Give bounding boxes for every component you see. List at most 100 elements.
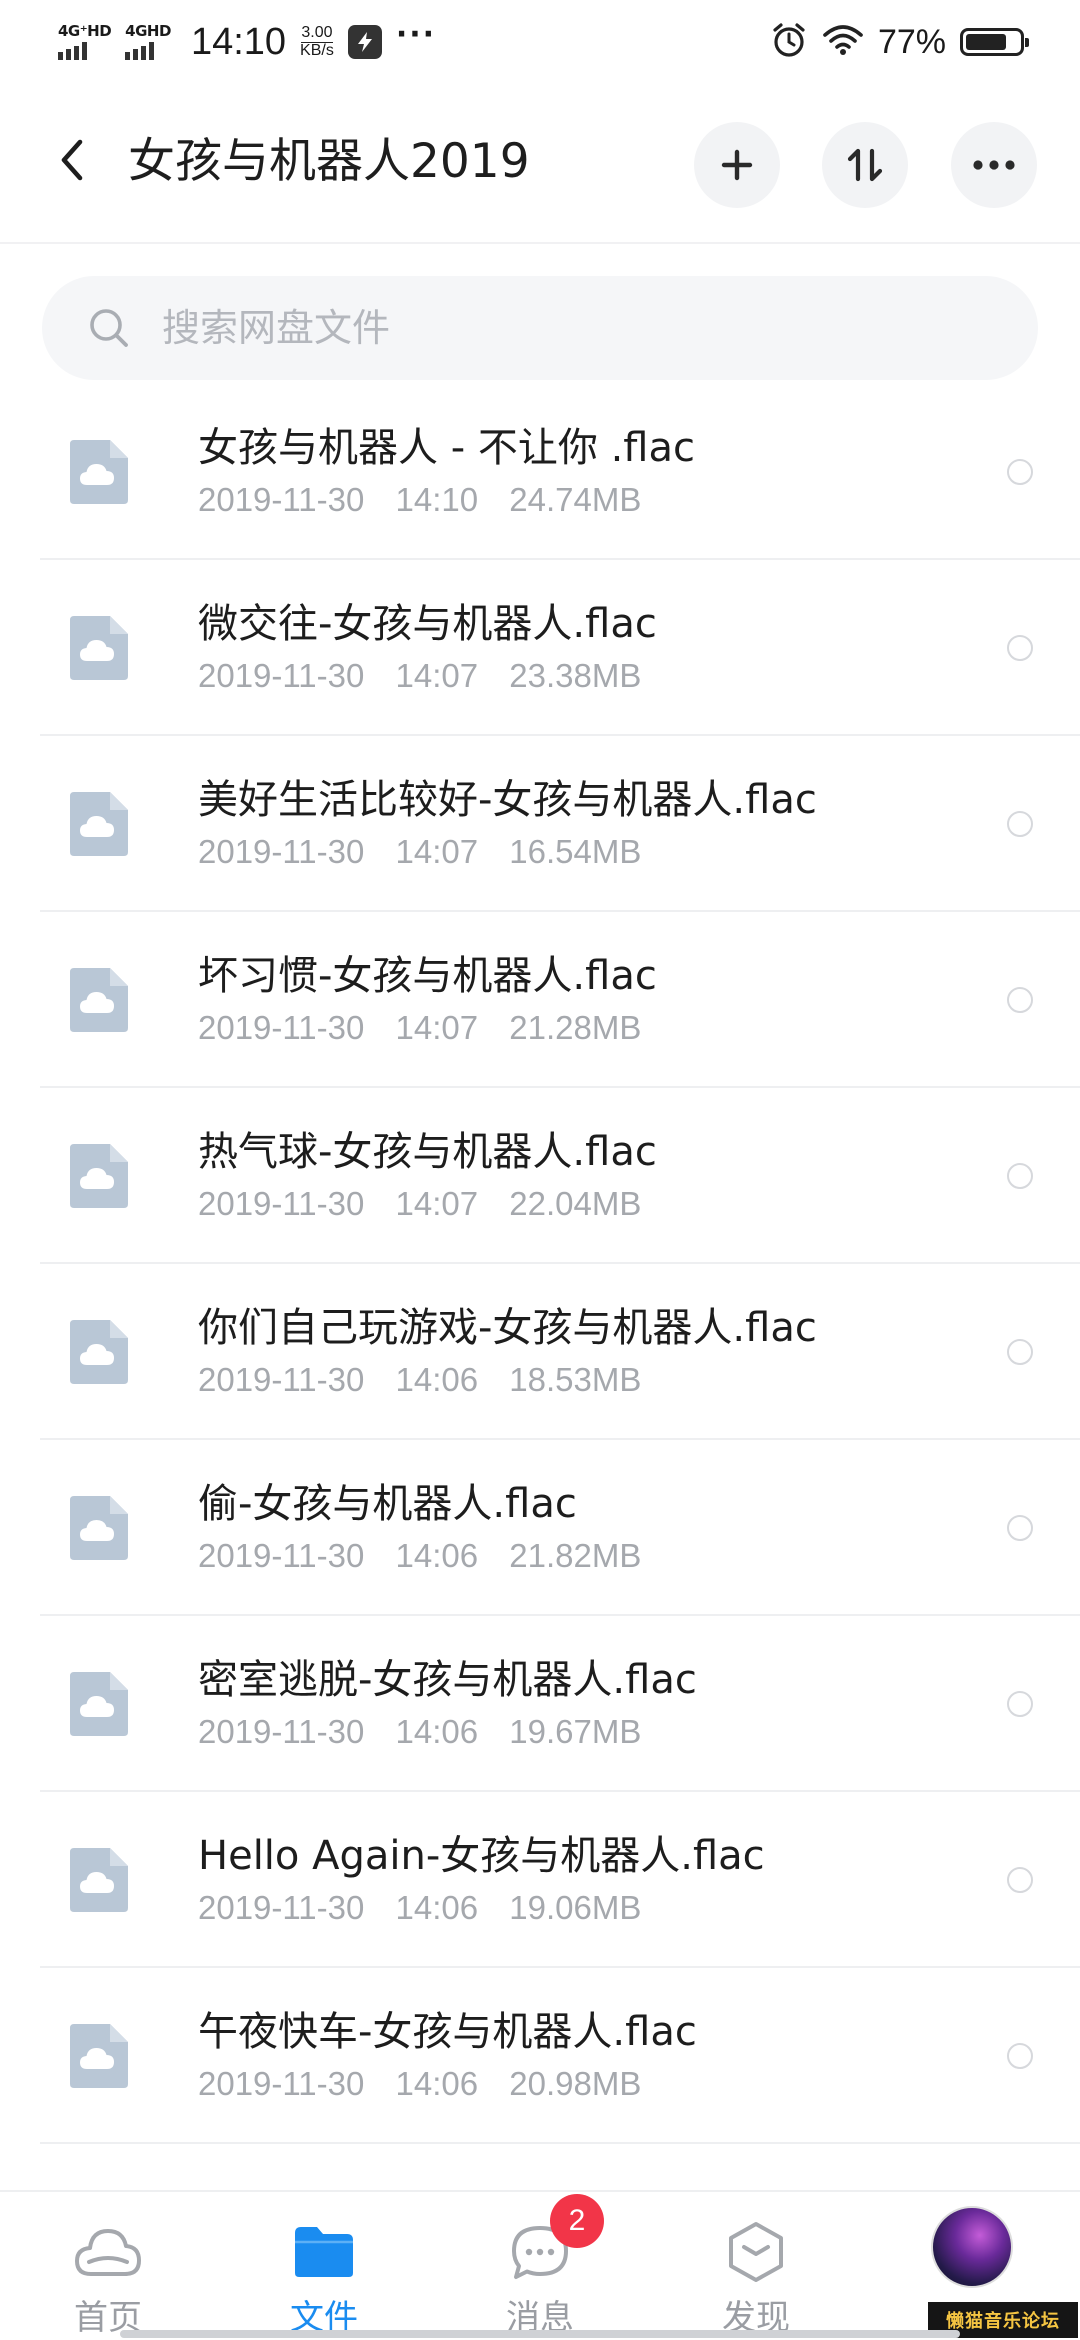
select-checkbox[interactable] bbox=[1007, 459, 1033, 485]
file-meta: 2019-11-30 14:06 21.82MB bbox=[198, 1536, 641, 1576]
file-time: 14:07 bbox=[395, 1185, 479, 1222]
cube-icon bbox=[716, 2212, 796, 2292]
file-name: Hello Again-女孩与机器人.flac bbox=[198, 1833, 765, 1879]
file-time: 14:06 bbox=[395, 1537, 479, 1574]
file-meta: 2019-11-30 14:06 18.53MB bbox=[198, 1360, 641, 1400]
file-name: 你们自己玩游戏-女孩与机器人.flac bbox=[198, 1305, 817, 1351]
file-meta: 2019-11-30 14:07 21.28MB bbox=[198, 1008, 641, 1048]
more-notifications-icon: ··· bbox=[395, 17, 437, 52]
lightning-icon bbox=[347, 25, 382, 59]
home-indicator[interactable] bbox=[120, 2330, 960, 2338]
nav-files[interactable]: 文件 bbox=[244, 2212, 404, 2338]
add-button[interactable] bbox=[694, 122, 780, 208]
status-right: 77% bbox=[770, 21, 1029, 63]
file-date: 2019-11-30 bbox=[198, 2065, 365, 2102]
file-name: 女孩与机器人 - 不让你 .flac bbox=[198, 425, 695, 471]
file-name: 微交往-女孩与机器人.flac bbox=[198, 601, 657, 647]
file-date: 2019-11-30 bbox=[198, 1537, 365, 1574]
cloud-file-icon bbox=[70, 616, 128, 680]
cloud-file-icon bbox=[70, 1848, 128, 1912]
cloud-icon bbox=[68, 2212, 148, 2292]
nav-profile[interactable] bbox=[892, 2206, 1052, 2288]
page-title: 女孩与机器人2019 bbox=[128, 134, 530, 189]
file-time: 14:07 bbox=[395, 833, 479, 870]
back-button[interactable] bbox=[42, 130, 102, 190]
cloud-file-icon bbox=[70, 440, 128, 504]
sim1-label: 4G⁺HD bbox=[58, 22, 112, 40]
file-row[interactable]: 密室逃脱-女孩与机器人.flac 2019-11-30 14:06 19.67M… bbox=[0, 1616, 1080, 1792]
file-row[interactable]: 微交往-女孩与机器人.flac 2019-11-30 14:07 23.38MB bbox=[0, 560, 1080, 736]
file-name: 偷-女孩与机器人.flac bbox=[198, 1481, 577, 1527]
sim2-label: 4GHD bbox=[125, 22, 171, 40]
battery-percent: 77% bbox=[877, 22, 946, 61]
file-date: 2019-11-30 bbox=[198, 657, 365, 694]
file-time: 14:07 bbox=[395, 657, 479, 694]
file-date: 2019-11-30 bbox=[198, 1009, 365, 1046]
file-row[interactable]: 坏习惯-女孩与机器人.flac 2019-11-30 14:07 21.28MB bbox=[0, 912, 1080, 1088]
file-size: 20.98MB bbox=[509, 2065, 642, 2102]
file-row[interactable]: 你们自己玩游戏-女孩与机器人.flac 2019-11-30 14:06 18.… bbox=[0, 1264, 1080, 1440]
nav-discover[interactable]: 发现 bbox=[676, 2212, 836, 2338]
select-checkbox[interactable] bbox=[1007, 1339, 1033, 1365]
select-checkbox[interactable] bbox=[1007, 1867, 1033, 1893]
file-name: 午夜快车-女孩与机器人.flac bbox=[198, 2009, 697, 2055]
file-time: 14:06 bbox=[395, 1361, 479, 1398]
select-checkbox[interactable] bbox=[1007, 1691, 1033, 1717]
file-meta: 2019-11-30 14:10 24.74MB bbox=[198, 480, 641, 520]
chat-bubble-icon: 2 bbox=[500, 2194, 604, 2292]
search-bar[interactable] bbox=[42, 276, 1038, 380]
file-time: 14:06 bbox=[395, 1889, 479, 1926]
file-row[interactable]: 女孩与机器人 - 不让你 .flac 2019-11-30 14:10 24.7… bbox=[0, 384, 1080, 560]
file-size: 19.67MB bbox=[509, 1713, 642, 1750]
select-checkbox[interactable] bbox=[1007, 811, 1033, 837]
net-speed-unit: KB/s bbox=[300, 42, 334, 59]
file-row[interactable]: 午夜快车-女孩与机器人.flac 2019-11-30 14:06 20.98M… bbox=[0, 1968, 1080, 2144]
battery-icon bbox=[960, 28, 1029, 56]
file-size: 23.38MB bbox=[509, 657, 642, 694]
select-checkbox[interactable] bbox=[1007, 1515, 1033, 1541]
file-date: 2019-11-30 bbox=[198, 1713, 365, 1750]
cloud-file-icon bbox=[70, 792, 128, 856]
cloud-file-icon bbox=[70, 1144, 128, 1208]
file-size: 18.53MB bbox=[509, 1361, 642, 1398]
file-date: 2019-11-30 bbox=[198, 833, 365, 870]
messages-badge: 2 bbox=[550, 2194, 604, 2248]
file-meta: 2019-11-30 14:07 22.04MB bbox=[198, 1184, 641, 1224]
file-row[interactable]: 美好生活比较好-女孩与机器人.flac 2019-11-30 14:07 16.… bbox=[0, 736, 1080, 912]
file-date: 2019-11-30 bbox=[198, 481, 365, 518]
sim1-signal: 4G⁺HD bbox=[58, 22, 112, 60]
file-meta: 2019-11-30 14:07 23.38MB bbox=[198, 656, 641, 696]
sort-arrows-icon bbox=[847, 148, 883, 182]
more-button[interactable] bbox=[951, 122, 1037, 208]
file-date: 2019-11-30 bbox=[198, 1361, 365, 1398]
network-speed: 3.00 KB/s bbox=[300, 25, 334, 59]
wifi-icon bbox=[822, 23, 864, 61]
file-size: 21.82MB bbox=[509, 1537, 642, 1574]
avatar[interactable] bbox=[931, 2206, 1013, 2288]
file-row[interactable]: 偷-女孩与机器人.flac 2019-11-30 14:06 21.82MB bbox=[0, 1440, 1080, 1616]
cloud-file-icon bbox=[70, 2024, 128, 2088]
file-name: 美好生活比较好-女孩与机器人.flac bbox=[198, 777, 817, 823]
select-checkbox[interactable] bbox=[1007, 635, 1033, 661]
file-name: 热气球-女孩与机器人.flac bbox=[198, 1129, 657, 1175]
search-input[interactable] bbox=[160, 305, 984, 351]
file-meta: 2019-11-30 14:07 16.54MB bbox=[198, 832, 641, 872]
nav-home[interactable]: 首页 bbox=[28, 2212, 188, 2338]
signal-bars-icon bbox=[58, 42, 87, 60]
nav-messages[interactable]: 2 消息 bbox=[460, 2194, 620, 2338]
file-meta: 2019-11-30 14:06 20.98MB bbox=[198, 2064, 641, 2104]
file-size: 22.04MB bbox=[509, 1185, 642, 1222]
select-checkbox[interactable] bbox=[1007, 1163, 1033, 1189]
net-speed-value: 3.00 bbox=[301, 24, 333, 43]
file-row[interactable]: Hello Again-女孩与机器人.flac 2019-11-30 14:06… bbox=[0, 1792, 1080, 1968]
select-checkbox[interactable] bbox=[1007, 2043, 1033, 2069]
file-name: 坏习惯-女孩与机器人.flac bbox=[198, 953, 657, 999]
file-time: 14:07 bbox=[395, 1009, 479, 1046]
cloud-file-icon bbox=[70, 1672, 128, 1736]
file-row[interactable]: 热气球-女孩与机器人.flac 2019-11-30 14:07 22.04MB bbox=[0, 1088, 1080, 1264]
header: 女孩与机器人2019 bbox=[0, 84, 1080, 244]
select-checkbox[interactable] bbox=[1007, 987, 1033, 1013]
sort-button[interactable] bbox=[822, 122, 908, 208]
folder-icon bbox=[284, 2212, 364, 2292]
file-size: 16.54MB bbox=[509, 833, 642, 870]
